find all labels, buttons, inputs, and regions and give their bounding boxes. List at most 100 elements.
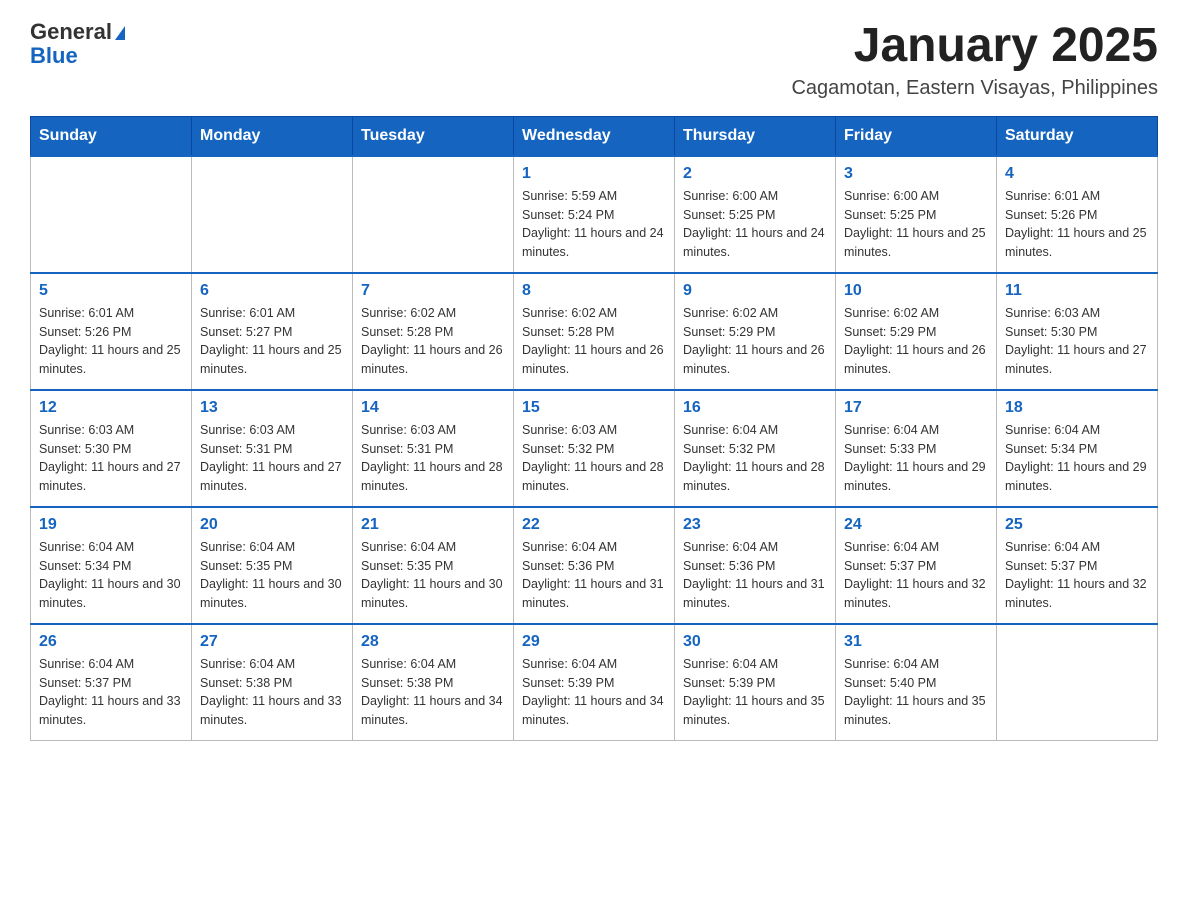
day-number: 10 <box>844 282 988 300</box>
day-info: Sunrise: 6:00 AM Sunset: 5:25 PM Dayligh… <box>683 187 827 262</box>
day-number: 5 <box>39 282 183 300</box>
day-number: 31 <box>844 633 988 651</box>
day-info: Sunrise: 6:03 AM Sunset: 5:30 PM Dayligh… <box>1005 304 1149 379</box>
day-info: Sunrise: 6:04 AM Sunset: 5:38 PM Dayligh… <box>361 655 505 730</box>
calendar-cell: 22Sunrise: 6:04 AM Sunset: 5:36 PM Dayli… <box>514 507 675 624</box>
calendar-table: SundayMondayTuesdayWednesdayThursdayFrid… <box>30 116 1158 741</box>
calendar-cell: 20 Sunrise: 6:04 AM Sunset: 5:35 PM Dayli… <box>192 507 353 624</box>
calendar-cell: 31 Sunrise: 6:04 AM Sunset: 5:40 PM Dayli… <box>836 624 997 741</box>
calendar-cell: 1 Sunrise: 5:59 AM Sunset: 5:24 PM Daylig… <box>514 156 675 273</box>
day-number: 17 <box>844 399 988 417</box>
weekday-header-monday: Monday <box>192 116 353 156</box>
logo-blue-text: Blue <box>30 44 78 68</box>
calendar-cell: 24Sunrise: 6:04 AM Sunset: 5:37 PM Dayli… <box>836 507 997 624</box>
day-number: 27 <box>200 633 344 651</box>
day-info: Sunrise: 6:02 AM Sunset: 5:29 PM Dayligh… <box>844 304 988 379</box>
day-info: Sunrise: 6:01 AM Sunset: 5:27 PM Dayligh… <box>200 304 344 379</box>
weekday-header-row: SundayMondayTuesdayWednesdayThursdayFrid… <box>31 116 1158 156</box>
day-info: Sunrise: 6:01 AM Sunset: 5:26 PM Dayligh… <box>39 304 183 379</box>
day-number: 20 <box>200 516 344 534</box>
calendar-cell: 28Sunrise: 6:04 AM Sunset: 5:38 PM Dayli… <box>353 624 514 741</box>
calendar-cell: 18 Sunrise: 6:04 AM Sunset: 5:34 PM Dayli… <box>997 390 1158 507</box>
day-info: Sunrise: 6:01 AM Sunset: 5:26 PM Dayligh… <box>1005 187 1149 262</box>
day-number: 13 <box>200 399 344 417</box>
calendar-cell: 4 Sunrise: 6:01 AM Sunset: 5:26 PM Daylig… <box>997 156 1158 273</box>
calendar-cell <box>31 156 192 273</box>
calendar-cell: 27 Sunrise: 6:04 AM Sunset: 5:38 PM Dayli… <box>192 624 353 741</box>
weekday-header-friday: Friday <box>836 116 997 156</box>
location-title: Cagamotan, Eastern Visayas, Philippines <box>791 77 1158 100</box>
month-title: January 2025 <box>791 20 1158 73</box>
day-info: Sunrise: 6:02 AM Sunset: 5:28 PM Dayligh… <box>361 304 505 379</box>
day-info: Sunrise: 6:04 AM Sunset: 5:40 PM Dayligh… <box>844 655 988 730</box>
day-info: Sunrise: 5:59 AM Sunset: 5:24 PM Dayligh… <box>522 187 666 262</box>
day-info: Sunrise: 6:04 AM Sunset: 5:36 PM Dayligh… <box>683 538 827 613</box>
day-number: 26 <box>39 633 183 651</box>
day-info: Sunrise: 6:04 AM Sunset: 5:34 PM Dayligh… <box>39 538 183 613</box>
day-number: 3 <box>844 165 988 183</box>
day-number: 30 <box>683 633 827 651</box>
calendar-cell: 23 Sunrise: 6:04 AM Sunset: 5:36 PM Dayli… <box>675 507 836 624</box>
calendar-cell: 21 Sunrise: 6:04 AM Sunset: 5:35 PM Dayli… <box>353 507 514 624</box>
day-number: 29 <box>522 633 666 651</box>
calendar-cell: 16Sunrise: 6:04 AM Sunset: 5:32 PM Dayli… <box>675 390 836 507</box>
day-number: 15 <box>522 399 666 417</box>
calendar-cell: 3 Sunrise: 6:00 AM Sunset: 5:25 PM Daylig… <box>836 156 997 273</box>
week-row-5: 26Sunrise: 6:04 AM Sunset: 5:37 PM Dayli… <box>31 624 1158 741</box>
day-info: Sunrise: 6:04 AM Sunset: 5:32 PM Dayligh… <box>683 421 827 496</box>
calendar-cell: 19 Sunrise: 6:04 AM Sunset: 5:34 PM Dayli… <box>31 507 192 624</box>
day-number: 19 <box>39 516 183 534</box>
day-info: Sunrise: 6:02 AM Sunset: 5:28 PM Dayligh… <box>522 304 666 379</box>
weekday-header-saturday: Saturday <box>997 116 1158 156</box>
calendar-cell <box>997 624 1158 741</box>
day-number: 12 <box>39 399 183 417</box>
day-info: Sunrise: 6:03 AM Sunset: 5:31 PM Dayligh… <box>200 421 344 496</box>
day-info: Sunrise: 6:04 AM Sunset: 5:35 PM Dayligh… <box>361 538 505 613</box>
page-header: General Blue January 2025 Cagamotan, Eas… <box>30 20 1158 100</box>
calendar-cell: 5 Sunrise: 6:01 AM Sunset: 5:26 PM Daylig… <box>31 273 192 390</box>
day-info: Sunrise: 6:02 AM Sunset: 5:29 PM Dayligh… <box>683 304 827 379</box>
calendar-cell: 12Sunrise: 6:03 AM Sunset: 5:30 PM Dayli… <box>31 390 192 507</box>
day-info: Sunrise: 6:04 AM Sunset: 5:39 PM Dayligh… <box>522 655 666 730</box>
day-number: 1 <box>522 165 666 183</box>
day-info: Sunrise: 6:04 AM Sunset: 5:36 PM Dayligh… <box>522 538 666 613</box>
day-number: 8 <box>522 282 666 300</box>
day-info: Sunrise: 6:04 AM Sunset: 5:37 PM Dayligh… <box>1005 538 1149 613</box>
calendar-cell: 8 Sunrise: 6:02 AM Sunset: 5:28 PM Daylig… <box>514 273 675 390</box>
calendar-cell: 11Sunrise: 6:03 AM Sunset: 5:30 PM Dayli… <box>997 273 1158 390</box>
day-info: Sunrise: 6:00 AM Sunset: 5:25 PM Dayligh… <box>844 187 988 262</box>
logo: General Blue <box>30 20 125 68</box>
calendar-cell: 17Sunrise: 6:04 AM Sunset: 5:33 PM Dayli… <box>836 390 997 507</box>
weekday-header-wednesday: Wednesday <box>514 116 675 156</box>
day-number: 25 <box>1005 516 1149 534</box>
calendar-cell: 2Sunrise: 6:00 AM Sunset: 5:25 PM Daylig… <box>675 156 836 273</box>
day-number: 9 <box>683 282 827 300</box>
title-area: January 2025 Cagamotan, Eastern Visayas,… <box>791 20 1158 100</box>
calendar-cell: 14 Sunrise: 6:03 AM Sunset: 5:31 PM Dayli… <box>353 390 514 507</box>
weekday-header-thursday: Thursday <box>675 116 836 156</box>
day-number: 6 <box>200 282 344 300</box>
day-info: Sunrise: 6:04 AM Sunset: 5:37 PM Dayligh… <box>844 538 988 613</box>
calendar-cell: 9 Sunrise: 6:02 AM Sunset: 5:29 PM Daylig… <box>675 273 836 390</box>
day-info: Sunrise: 6:04 AM Sunset: 5:38 PM Dayligh… <box>200 655 344 730</box>
calendar-cell <box>353 156 514 273</box>
calendar-cell: 30 Sunrise: 6:04 AM Sunset: 5:39 PM Dayli… <box>675 624 836 741</box>
day-info: Sunrise: 6:03 AM Sunset: 5:32 PM Dayligh… <box>522 421 666 496</box>
calendar-cell: 13 Sunrise: 6:03 AM Sunset: 5:31 PM Dayli… <box>192 390 353 507</box>
day-number: 21 <box>361 516 505 534</box>
day-number: 14 <box>361 399 505 417</box>
day-number: 18 <box>1005 399 1149 417</box>
day-info: Sunrise: 6:04 AM Sunset: 5:35 PM Dayligh… <box>200 538 344 613</box>
day-info: Sunrise: 6:04 AM Sunset: 5:34 PM Dayligh… <box>1005 421 1149 496</box>
day-info: Sunrise: 6:04 AM Sunset: 5:39 PM Dayligh… <box>683 655 827 730</box>
day-number: 4 <box>1005 165 1149 183</box>
week-row-3: 12Sunrise: 6:03 AM Sunset: 5:30 PM Dayli… <box>31 390 1158 507</box>
weekday-header-sunday: Sunday <box>31 116 192 156</box>
day-info: Sunrise: 6:03 AM Sunset: 5:31 PM Dayligh… <box>361 421 505 496</box>
calendar-cell: 7Sunrise: 6:02 AM Sunset: 5:28 PM Daylig… <box>353 273 514 390</box>
week-row-2: 5 Sunrise: 6:01 AM Sunset: 5:26 PM Daylig… <box>31 273 1158 390</box>
calendar-cell: 6 Sunrise: 6:01 AM Sunset: 5:27 PM Daylig… <box>192 273 353 390</box>
calendar-cell: 25 Sunrise: 6:04 AM Sunset: 5:37 PM Dayli… <box>997 507 1158 624</box>
logo-general-text: General <box>30 20 112 44</box>
day-number: 23 <box>683 516 827 534</box>
